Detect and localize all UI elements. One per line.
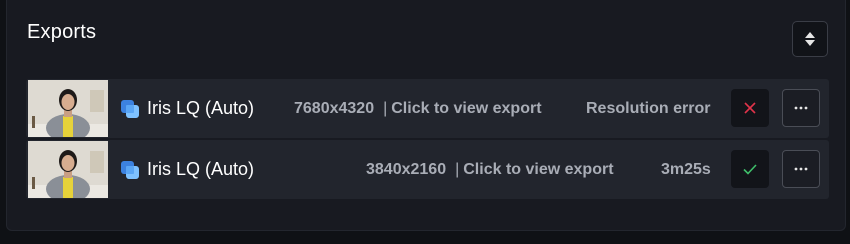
export-meta: 3840x2160 | Click to view export [366, 140, 614, 199]
exports-panel: Exports Iris LQ (Auto) 7680x4320 | Click… [6, 0, 846, 231]
export-name-label: Iris LQ (Auto) [147, 98, 255, 118]
export-thumbnail[interactable] [28, 80, 108, 137]
export-thumbnail[interactable] [28, 141, 108, 198]
view-export-link[interactable]: Click to view export [463, 161, 613, 179]
export-complete-button[interactable] [731, 150, 769, 188]
meta-separator: | [455, 160, 460, 178]
check-icon [743, 163, 757, 175]
sort-updown-icon [805, 32, 815, 46]
export-duration: 3m25s [661, 160, 711, 178]
export-status-text: Resolution error [586, 99, 711, 117]
person-thumbnail-image [28, 80, 108, 137]
export-name: Iris LQ (Auto) [121, 140, 254, 199]
more-options-button[interactable] [782, 150, 820, 188]
person-thumbnail-image [28, 141, 108, 198]
more-horizontal-icon [794, 106, 808, 110]
panel-title: Exports [27, 21, 97, 43]
export-name: Iris LQ (Auto) [121, 79, 254, 138]
more-options-button[interactable] [782, 89, 820, 127]
export-name-label: Iris LQ (Auto) [147, 159, 255, 179]
export-resolution: 3840x2160 [366, 160, 447, 178]
export-resolution: 7680x4320 [294, 99, 375, 117]
sort-button[interactable] [792, 21, 828, 57]
more-horizontal-icon [794, 167, 808, 171]
export-row: Iris LQ (Auto) 7680x4320 | Click to view… [26, 79, 829, 138]
export-meta: 7680x4320 | Click to view export [294, 79, 542, 138]
export-row: Iris LQ (Auto) 3840x2160 | Click to view… [26, 140, 829, 199]
export-type-icon [121, 99, 139, 118]
meta-separator: | [383, 99, 388, 117]
close-icon [744, 102, 756, 114]
view-export-link[interactable]: Click to view export [391, 100, 541, 118]
export-type-icon [121, 160, 139, 179]
cancel-export-button[interactable] [731, 89, 769, 127]
